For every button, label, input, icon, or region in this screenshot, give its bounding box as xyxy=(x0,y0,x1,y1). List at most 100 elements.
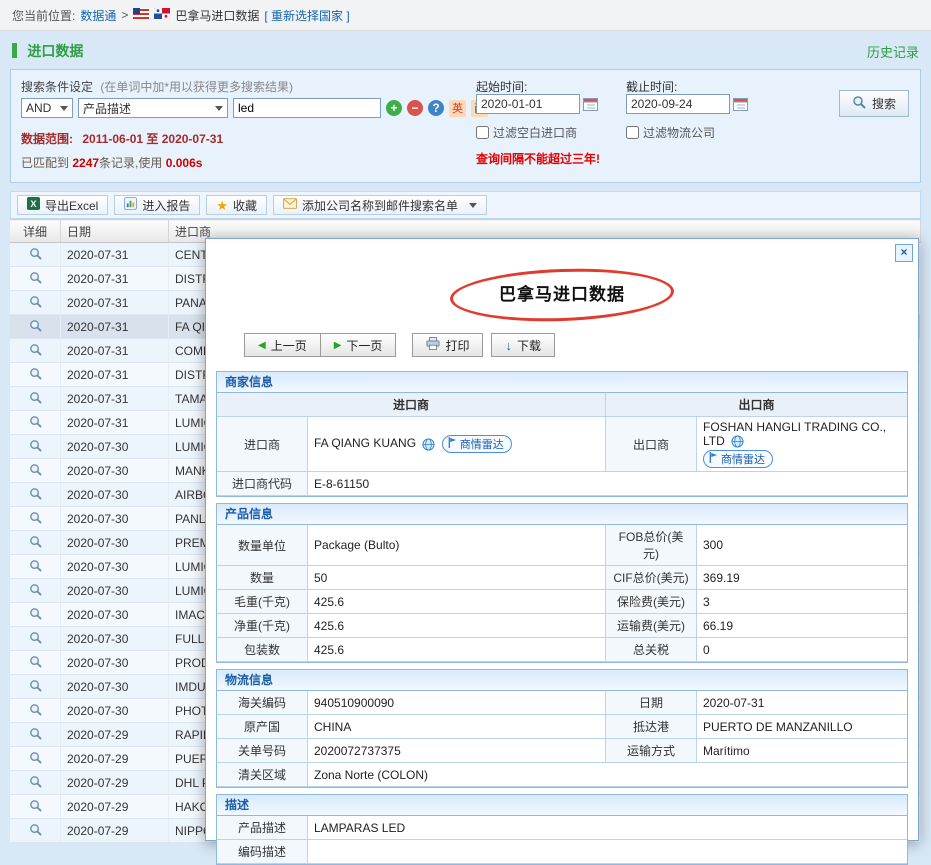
home-link[interactable]: 数据通 xyxy=(80,7,116,24)
search-conditions-title: 搜索条件设定 xyxy=(21,80,93,94)
detail-magnifier-icon[interactable] xyxy=(29,271,42,284)
modal-title: 巴拿马进口数据 xyxy=(499,285,625,304)
favorite-button[interactable]: ★ 收藏 xyxy=(206,195,267,215)
next-page-button[interactable]: ▶ 下一页 xyxy=(320,333,397,357)
detail-magnifier-icon[interactable] xyxy=(29,559,42,572)
keyword-input[interactable] xyxy=(233,98,381,118)
add-to-mail-list-button[interactable]: 添加公司名称到邮件搜索名单 xyxy=(273,195,487,215)
search-button-label: 搜索 xyxy=(872,95,896,112)
globe-icon[interactable] xyxy=(422,438,435,451)
detail-value: PUERTO DE MANZANILLO xyxy=(697,715,908,739)
favorite-label: 收藏 xyxy=(233,197,257,214)
data-range-value: 2011-06-01 至 2020-07-31 xyxy=(82,132,223,146)
detail-value: Marítimo xyxy=(697,739,908,763)
exporter-group-header: 出口商 xyxy=(606,393,908,417)
detail-magnifier-icon[interactable] xyxy=(29,295,42,308)
detail-magnifier-icon[interactable] xyxy=(29,655,42,668)
merchant-row: 进口商代码 E-8-61150 xyxy=(217,472,907,496)
search-icon xyxy=(852,95,866,112)
detail-magnifier-icon[interactable] xyxy=(29,727,42,740)
detail-magnifier-icon[interactable] xyxy=(29,679,42,692)
detail-label: 运输方式 xyxy=(606,739,697,763)
logic-select[interactable]: AND xyxy=(21,98,73,118)
mail-icon xyxy=(283,198,297,212)
detail-magnifier-icon[interactable] xyxy=(29,703,42,716)
add-condition-icon[interactable]: + xyxy=(386,100,402,116)
checkbox-input[interactable] xyxy=(476,126,489,139)
detail-magnifier-icon[interactable] xyxy=(29,775,42,788)
matched-count: 2247 xyxy=(72,156,99,170)
detail-magnifier-icon[interactable] xyxy=(29,823,42,836)
detail-label: 日期 xyxy=(606,691,697,715)
detail-label: 海关编码 xyxy=(217,691,308,715)
detail-magnifier-icon[interactable] xyxy=(29,607,42,620)
radar-badge-label: 商情雷达 xyxy=(721,451,765,467)
detail-magnifier-icon[interactable] xyxy=(29,487,42,500)
merchant-table: 进口商 出口商 进口商 FA QIANG KUANG 商情雷达 xyxy=(217,393,907,496)
detail-label: 数量单位 xyxy=(217,525,308,566)
detail-magnifier-icon[interactable] xyxy=(29,583,42,596)
row-date: 2020-07-30 xyxy=(61,651,169,675)
filter-logistics-checkbox[interactable]: 过滤物流公司 xyxy=(626,124,715,141)
prev-page-button[interactable]: ◀ 上一页 xyxy=(244,333,321,357)
importer-label: 进口商 xyxy=(217,417,308,472)
checkbox-label: 过滤空白进口商 xyxy=(493,124,577,141)
detail-value: 940510900090 xyxy=(308,691,606,715)
lang-english-button[interactable]: 英 xyxy=(449,100,466,117)
calendar-icon[interactable] xyxy=(733,97,748,111)
logic-select-value: AND xyxy=(26,101,51,115)
detail-row: 产品描述LAMPARAS LED xyxy=(217,816,907,840)
radar-badge-exporter[interactable]: 商情雷达 xyxy=(703,450,773,468)
detail-magnifier-icon[interactable] xyxy=(29,391,42,404)
detail-magnifier-icon[interactable] xyxy=(29,463,42,476)
field-select[interactable]: 产品描述 xyxy=(78,98,228,118)
history-link[interactable]: 历史记录 xyxy=(867,42,919,61)
help-icon[interactable]: ? xyxy=(428,100,444,116)
detail-value: 3 xyxy=(697,590,908,614)
detail-magnifier-icon[interactable] xyxy=(29,631,42,644)
detail-magnifier-icon[interactable] xyxy=(29,343,42,356)
print-button[interactable]: 打印 xyxy=(412,333,483,357)
col-detail: 详细 xyxy=(10,220,61,243)
row-date: 2020-07-30 xyxy=(61,459,169,483)
row-date: 2020-07-31 xyxy=(61,291,169,315)
detail-magnifier-icon[interactable] xyxy=(29,415,42,428)
enter-report-button[interactable]: 进入报告 xyxy=(114,195,200,215)
end-date-input[interactable]: 2020-09-24 xyxy=(626,94,730,114)
checkbox-input[interactable] xyxy=(626,126,639,139)
export-excel-button[interactable]: X 导出Excel xyxy=(17,195,108,215)
row-date: 2020-07-31 xyxy=(61,315,169,339)
section-header-product: 产品信息 xyxy=(217,504,907,525)
detail-value: 0 xyxy=(697,638,908,662)
detail-magnifier-icon[interactable] xyxy=(29,367,42,380)
radar-badge-importer[interactable]: 商情雷达 xyxy=(442,435,512,453)
detail-label: 运输费(美元) xyxy=(606,614,697,638)
detail-magnifier-icon[interactable] xyxy=(29,535,42,548)
breadcrumb-page-title: 巴拿马进口数据 xyxy=(175,7,259,24)
row-date: 2020-07-29 xyxy=(61,723,169,747)
reselect-country-link[interactable]: [ 重新选择国家 ] xyxy=(264,7,349,24)
filter-blank-importer-checkbox[interactable]: 过滤空白进口商 xyxy=(476,124,577,141)
detail-magnifier-icon[interactable] xyxy=(29,751,42,764)
panama-flag-icon xyxy=(154,8,170,22)
detail-label: 数量 xyxy=(217,566,308,590)
section-product: 产品信息 数量单位Package (Bulto)FOB总价(美元)300数量50… xyxy=(216,503,908,663)
start-date-input[interactable]: 2020-01-01 xyxy=(476,94,580,114)
merchant-row: 进口商 FA QIANG KUANG 商情雷达 出口商 FOSHAN HANGL… xyxy=(217,417,907,472)
search-button[interactable]: 搜索 xyxy=(839,90,909,117)
detail-magnifier-icon[interactable] xyxy=(29,799,42,812)
detail-label: 编码描述 xyxy=(217,840,308,864)
calendar-icon[interactable] xyxy=(583,97,598,111)
detail-magnifier-icon[interactable] xyxy=(29,319,42,332)
detail-row: 关单号码2020072737375运输方式Marítimo xyxy=(217,739,907,763)
remove-condition-icon[interactable]: − xyxy=(407,100,423,116)
logistics-table: 海关编码940510900090日期2020-07-31原产国CHINA抵达港P… xyxy=(217,691,907,787)
row-date: 2020-07-30 xyxy=(61,603,169,627)
detail-magnifier-icon[interactable] xyxy=(29,439,42,452)
download-button[interactable]: ↓ 下载 xyxy=(491,333,555,357)
close-icon[interactable]: × xyxy=(895,244,913,262)
print-label: 打印 xyxy=(445,337,469,354)
detail-magnifier-icon[interactable] xyxy=(29,511,42,524)
globe-icon[interactable] xyxy=(731,435,744,448)
detail-magnifier-icon[interactable] xyxy=(29,247,42,260)
